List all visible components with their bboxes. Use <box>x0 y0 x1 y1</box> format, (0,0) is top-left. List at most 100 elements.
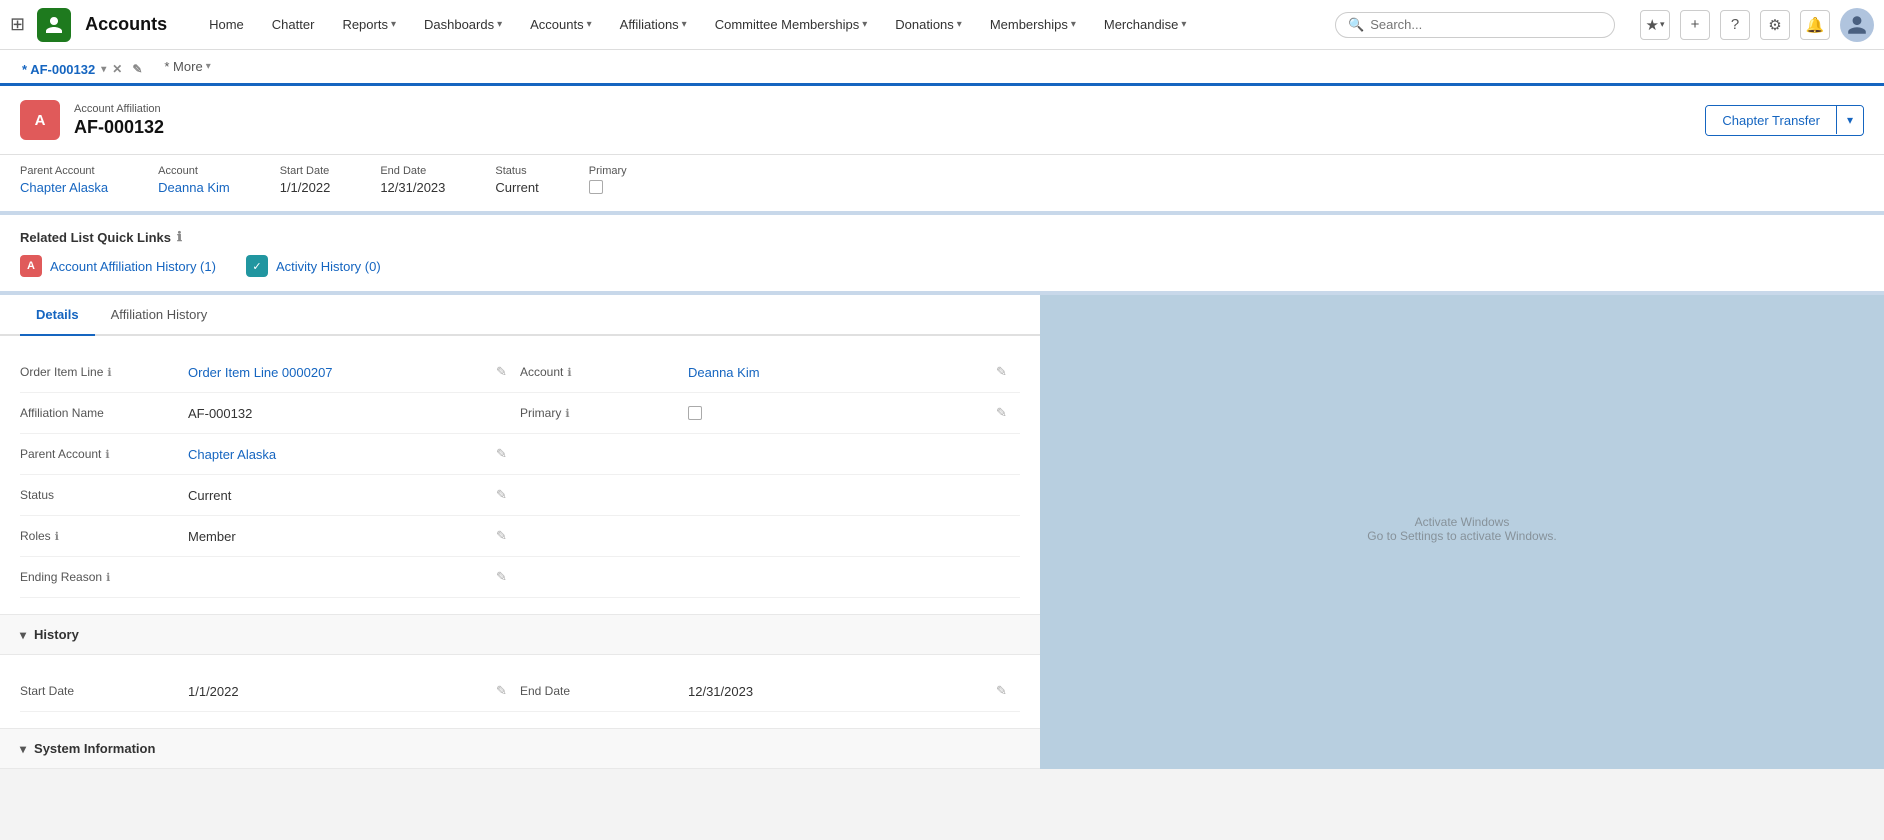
right-panel: Activate WindowsGo to Settings to activa… <box>1040 295 1884 769</box>
chevron-down-icon: ▾ <box>587 19 592 30</box>
quick-link-affiliation-history[interactable]: A Account Affiliation History (1) <box>20 255 216 277</box>
chevron-down-icon[interactable]: ▾ <box>101 64 106 75</box>
edit-pencil-icon[interactable]: ✎ <box>496 683 520 699</box>
account-value[interactable]: Deanna Kim <box>158 180 230 195</box>
form-row-dates: Start Date 1/1/2022 ✎ End Date 12/31/202… <box>20 671 1020 712</box>
record-header: A Account Affiliation AF-000132 Chapter … <box>0 86 1884 155</box>
history-section-header[interactable]: ▾ History <box>0 614 1040 655</box>
nav-dashboards[interactable]: Dashboards ▾ <box>412 11 514 38</box>
add-button[interactable]: + <box>1680 10 1710 40</box>
parent-account-detail-value[interactable]: Chapter Alaska <box>188 447 488 462</box>
favorites-button[interactable]: ★ ▾ <box>1640 10 1670 40</box>
record-name: AF-000132 <box>74 117 164 138</box>
nav-chatter[interactable]: Chatter <box>260 11 327 38</box>
roles-label: Roles ℹ <box>20 529 180 543</box>
info-icon: ℹ <box>106 571 110 584</box>
affiliation-history-label[interactable]: Account Affiliation History (1) <box>50 259 216 274</box>
roles-field: Roles ℹ Member ✎ <box>20 516 520 556</box>
primary-detail-label: Primary ℹ <box>520 406 680 420</box>
ending-reason-field: Ending Reason ℹ ✎ <box>20 557 520 597</box>
chevron-down-icon[interactable]: ▾ <box>206 61 211 72</box>
record-identity: A Account Affiliation AF-000132 <box>20 100 164 140</box>
primary-checkbox[interactable] <box>589 180 603 194</box>
account-label: Account <box>158 165 230 177</box>
edit-pencil-icon[interactable]: ✎ <box>496 364 520 380</box>
quick-links-items: A Account Affiliation History (1) ✓ Acti… <box>20 255 1864 277</box>
activity-history-label[interactable]: Activity History (0) <box>276 259 381 274</box>
edit-pencil-icon[interactable]: ✎ <box>496 528 520 544</box>
app-icon <box>37 8 71 42</box>
detail-tabs: Details Affiliation History <box>0 295 1040 336</box>
chevron-down-icon: ▾ <box>497 19 502 30</box>
affiliation-name-value: AF-000132 <box>188 406 488 421</box>
tab-af-000132[interactable]: * AF-000132 ▾ ✕ ✎ <box>10 53 154 86</box>
form-row-ending-reason: Ending Reason ℹ ✎ <box>20 557 1020 598</box>
chevron-down-icon: ▾ <box>862 19 867 30</box>
tab-details[interactable]: Details <box>20 295 95 336</box>
help-button[interactable]: ? <box>1720 10 1750 40</box>
chapter-transfer-main-label[interactable]: Chapter Transfer <box>1706 106 1836 135</box>
start-date-detail-field: Start Date 1/1/2022 ✎ <box>20 671 520 711</box>
quick-links-section: Related List Quick Links ℹ A Account Aff… <box>0 215 1884 295</box>
form-row-status: Status Current ✎ <box>20 475 1020 516</box>
quick-link-activity-history[interactable]: ✓ Activity History (0) <box>246 255 381 277</box>
nav-accounts[interactable]: Accounts ▾ <box>518 11 604 38</box>
edit-pencil-icon[interactable]: ✎ <box>496 487 520 503</box>
info-icon: ℹ <box>177 229 182 245</box>
search-bar: 🔍 <box>1335 12 1615 38</box>
activate-windows-watermark: Activate WindowsGo to Settings to activa… <box>1040 495 1884 563</box>
primary-detail-checkbox[interactable] <box>688 406 702 420</box>
chapter-transfer-dropdown-icon[interactable]: ▾ <box>1836 106 1863 134</box>
tab-affiliation-history[interactable]: Affiliation History <box>95 295 224 336</box>
record-icon: A <box>20 100 60 140</box>
help-icon: ? <box>1731 16 1739 33</box>
main-content: Details Affiliation History Order Item L… <box>0 295 1884 769</box>
parent-account-detail-field: Parent Account ℹ Chapter Alaska ✎ <box>20 434 520 474</box>
avatar[interactable] <box>1840 8 1874 42</box>
nav-reports[interactable]: Reports ▾ <box>330 11 408 38</box>
search-input[interactable] <box>1370 17 1590 32</box>
account-field: Account Deanna Kim <box>158 165 230 195</box>
system-info-section-header[interactable]: ▾ System Information <box>0 728 1040 769</box>
nav-memberships[interactable]: Memberships ▾ <box>978 11 1088 38</box>
edit-pencil-icon[interactable]: ✎ <box>496 446 520 462</box>
record-object-type: Account Affiliation <box>74 103 164 115</box>
nav-committee-memberships[interactable]: Committee Memberships ▾ <box>703 11 880 38</box>
edit-icon[interactable]: ✎ <box>132 62 142 76</box>
settings-button[interactable]: ⚙ <box>1760 10 1790 40</box>
nav-merchandise[interactable]: Merchandise ▾ <box>1092 11 1198 38</box>
account-detail-value[interactable]: Deanna Kim <box>688 365 988 380</box>
parent-account-value[interactable]: Chapter Alaska <box>20 180 108 195</box>
close-icon[interactable]: ✕ <box>112 62 122 76</box>
end-date-detail-field: End Date 12/31/2023 ✎ <box>520 671 1020 711</box>
nav-donations[interactable]: Donations ▾ <box>883 11 974 38</box>
chevron-down-icon: ▾ <box>682 19 687 30</box>
nav-affiliations[interactable]: Affiliations ▾ <box>608 11 699 38</box>
empty-right-field <box>520 434 1020 474</box>
info-icon: ℹ <box>55 530 59 543</box>
edit-pencil-icon[interactable]: ✎ <box>996 405 1020 421</box>
grid-icon[interactable]: ⊞ <box>10 14 25 35</box>
tab-label: * AF-000132 <box>22 62 95 77</box>
edit-pencil-icon[interactable]: ✎ <box>996 683 1020 699</box>
end-date-detail-value: 12/31/2023 <box>688 684 988 699</box>
edit-pencil-icon[interactable]: ✎ <box>996 364 1020 380</box>
start-date-field: Start Date 1/1/2022 <box>280 165 331 195</box>
order-item-line-field: Order Item Line ℹ Order Item Line 000020… <box>20 352 520 392</box>
chapter-transfer-button[interactable]: Chapter Transfer ▾ <box>1705 105 1864 136</box>
start-date-detail-value: 1/1/2022 <box>188 684 488 699</box>
notifications-button[interactable]: 🔔 <box>1800 10 1830 40</box>
search-icon: 🔍 <box>1348 17 1364 33</box>
chevron-down-icon: ▾ <box>957 19 962 30</box>
parent-account-detail-label: Parent Account ℹ <box>20 447 180 461</box>
nav-home[interactable]: Home <box>197 11 256 38</box>
form-row-order-item: Order Item Line ℹ Order Item Line 000020… <box>20 352 1020 393</box>
form-section: Order Item Line ℹ Order Item Line 000020… <box>0 336 1040 614</box>
ending-reason-label: Ending Reason ℹ <box>20 570 180 584</box>
tab-more[interactable]: * More ▾ <box>154 50 220 83</box>
app-title: Accounts <box>85 14 167 35</box>
form-row-roles: Roles ℹ Member ✎ <box>20 516 1020 557</box>
edit-pencil-icon[interactable]: ✎ <box>496 569 520 585</box>
top-icons: ★ ▾ + ? ⚙ 🔔 <box>1640 8 1874 42</box>
order-item-line-value[interactable]: Order Item Line 0000207 <box>188 365 488 380</box>
